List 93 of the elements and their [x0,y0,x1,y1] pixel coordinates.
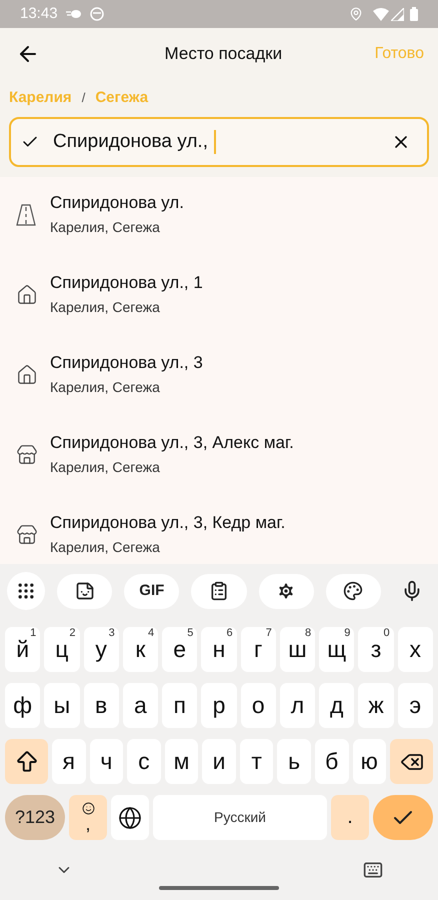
location-icon [349,7,363,21]
palette-icon [343,581,364,601]
key[interactable]: й 1 [5,627,40,672]
key[interactable]: ш 8 [280,627,316,672]
dots-grid-icon [16,581,36,601]
key[interactable]: ж [358,683,394,728]
space-key[interactable]: Русский [153,795,327,840]
result-item[interactable]: Спиридонова ул., 3, Кедр маг. Карелия, Сегежа [0,512,438,564]
key[interactable]: ц 2 [44,627,80,672]
cloud-icon [66,9,82,19]
result-title: Спиридонова ул., 3 [50,352,203,374]
key[interactable]: к 4 [122,627,158,672]
result-item[interactable]: Спиридонова ул., 1 Карелия, Сегежа [0,272,438,352]
key-hint: 5 [187,628,194,639]
apps-button[interactable] [7,572,45,610]
comma-key[interactable]: , [69,795,107,840]
key[interactable]: ф [5,683,40,728]
result-item[interactable]: Спиридонова ул., 3, Алекс маг. Карелия, Сегежа [0,432,438,512]
page-title: Место посадки [164,43,284,66]
key[interactable]: щ 9 [319,627,354,672]
key[interactable]: а [122,683,158,728]
sticker-button[interactable] [57,574,112,608]
result-subtitle: Карелия, Сегежа [50,378,161,397]
key[interactable]: ы [44,683,80,728]
key[interactable]: ю [352,739,386,784]
key[interactable]: у 3 [84,627,119,672]
breadcrumb-separator: / [82,89,86,108]
result-title: Спиридонова ул., 1 [50,272,203,294]
sticker-icon [74,581,95,601]
shop-icon [16,444,38,466]
keyboard-icon[interactable] [363,860,383,880]
result-subtitle: Карелия, Сегежа [50,458,161,477]
key[interactable]: д [319,683,354,728]
key[interactable]: б [314,739,348,784]
enter-key[interactable] [373,795,433,840]
period-key[interactable]: . [331,795,369,840]
search-value: Спиридонова ул., [53,130,208,154]
result-title: Спиридонова ул., 3, Кедр маг. [50,512,286,534]
battery-icon [410,7,418,21]
result-item[interactable]: Спиридонова ул., 3 Карелия, Сегежа [0,352,438,432]
signal-icon [391,8,404,20]
language-key[interactable] [111,795,149,840]
key-hint: 1 [30,628,36,639]
result-subtitle: Карелия, Сегежа [50,538,161,557]
gif-button[interactable]: GIF [124,574,180,608]
key-hint: 6 [226,628,233,639]
key[interactable]: э [398,683,433,728]
key-hint: 0 [384,628,390,639]
shift-key[interactable] [5,739,48,784]
key[interactable]: ь [277,739,311,784]
wifi-icon [373,8,389,20]
result-title: Спиридонова ул. [50,192,184,214]
key[interactable]: я [52,739,86,784]
key[interactable]: р [201,683,237,728]
search-field[interactable]: Спиридонова ул., [9,117,429,167]
result-item[interactable]: Спиридонова ул. Карелия, Сегежа [0,192,438,272]
key[interactable]: з 0 [358,627,394,672]
key-hint: 4 [148,628,154,639]
result-title: Спиридонова ул., 3, Алекс маг. [50,432,294,454]
road-icon [16,204,36,226]
key-hint: 3 [108,628,115,639]
key-hint: 9 [344,628,350,639]
shop-icon [16,524,38,546]
key[interactable]: е 5 [162,627,198,672]
key[interactable]: о [240,683,276,728]
settings-button[interactable] [258,574,314,608]
key[interactable]: п [162,683,198,728]
key[interactable]: ч [90,739,124,784]
key-hint: 8 [305,628,312,639]
key[interactable]: л [280,683,316,728]
key[interactable]: м [164,739,198,784]
smiley-icon [82,802,94,815]
key[interactable]: и [202,739,236,784]
status-time: 13:43 [20,4,58,24]
house-icon [16,364,38,386]
key[interactable]: т [240,739,274,784]
result-subtitle: Карелия, Сегежа [50,218,161,237]
clipboard-icon [209,581,229,601]
text-cursor [214,130,216,154]
symbols-key[interactable]: ?123 [5,795,65,840]
key[interactable]: х [398,627,433,672]
key-hint: 2 [69,628,76,639]
key[interactable]: с [127,739,161,784]
result-subtitle: Карелия, Сегежа [50,298,161,317]
backspace-key[interactable] [390,739,434,784]
palette-button[interactable] [326,574,382,608]
house-icon [16,284,38,306]
key[interactable]: в [84,683,119,728]
key[interactable]: н 6 [201,627,237,672]
clipboard-button[interactable] [191,574,247,608]
key[interactable]: г 7 [240,627,276,672]
key-hint: 7 [266,628,272,639]
globe-icon [118,806,142,830]
